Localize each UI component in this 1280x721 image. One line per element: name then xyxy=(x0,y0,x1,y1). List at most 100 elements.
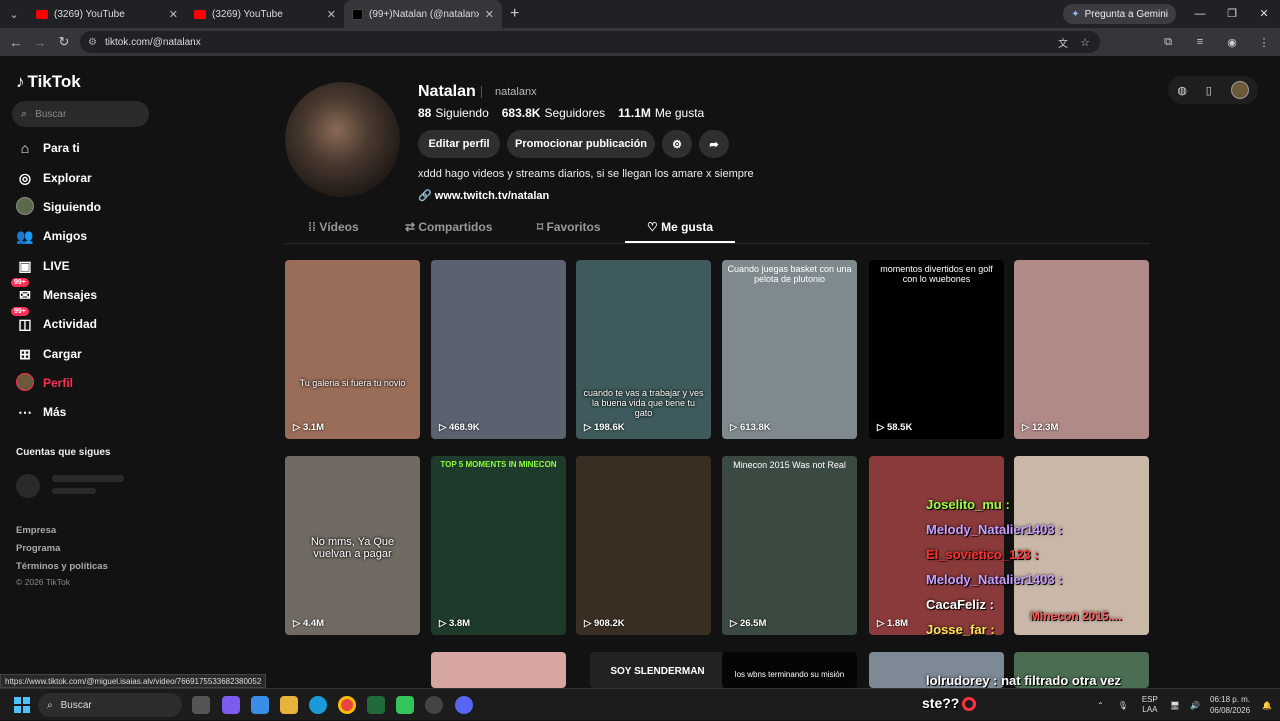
extensions-icon[interactable]: ⧉ xyxy=(1152,36,1184,49)
tab-compartidos[interactable]: ⇄ Compartidos xyxy=(405,220,492,234)
sidebar-item-perfil[interactable]: Perfil xyxy=(16,372,73,393)
record-icon xyxy=(962,697,976,711)
tab-me-gusta[interactable]: ♡ Me gusta xyxy=(647,220,713,234)
sidebar-item-cargar[interactable]: ⊞ Cargar xyxy=(16,344,82,364)
share-icon[interactable]: ➦ xyxy=(699,130,729,158)
video-card[interactable]: ▷ 12.3M xyxy=(1014,260,1149,439)
video-card[interactable]: los wbns terminando su misión xyxy=(722,652,857,688)
view-count-text: 198.6K xyxy=(593,422,625,433)
gemini-button[interactable]: ✦ Pregunta a Gemini xyxy=(1063,4,1176,24)
task-view-icon[interactable] xyxy=(192,696,210,714)
view-count-text: 1.8M xyxy=(886,618,909,629)
taskbar-search[interactable]: ⌕ Buscar xyxy=(38,693,182,717)
promote-post-button[interactable]: Promocionar publicación xyxy=(507,130,655,158)
clock[interactable]: 06:18 p. m. 06/08/2026 xyxy=(1210,694,1250,716)
play-icon: ▷ xyxy=(293,618,303,629)
clock-time: 06:18 p. m. xyxy=(1210,695,1251,704)
view-count-text: 3.8M xyxy=(448,618,471,629)
sidebar-item-mensajes[interactable]: ✉ 99+ Mensajes xyxy=(11,277,97,305)
video-card[interactable]: TOP 5 MOMENTS IN MINECON ▷ 3.8M xyxy=(431,456,566,635)
language-indicator[interactable]: ESP LAA xyxy=(1142,695,1158,715)
browser-tab[interactable]: (3269) YouTube ✕ xyxy=(186,0,344,28)
taskbar: ⌕ Buscar ste?? ⌃ 🎙 ESP LAA 🖥 🔊 06:18 p. … xyxy=(0,688,1280,720)
search-input[interactable]: ⌕ Buscar xyxy=(12,101,149,127)
video-card[interactable]: Tu galeria si fuera tu novio ▷ 3.1M xyxy=(285,260,420,439)
windows-start-icon[interactable] xyxy=(14,697,30,713)
video-caption: Cuando juegas basket con una pelota de p… xyxy=(727,264,852,284)
edit-profile-button[interactable]: Editar perfil xyxy=(418,130,500,158)
sidebar-item-siguiendo[interactable]: Siguiendo xyxy=(16,196,101,217)
profile-tabs: ⁞⁞ Vídeos ⇄ Compartidos ⌑ Favoritos ♡ Me… xyxy=(285,214,1150,244)
view-count: ▷ 613.8K xyxy=(730,422,771,433)
sidebar-item-mas[interactable]: ⋯ Más xyxy=(16,402,66,422)
video-card[interactable]: ▷ 468.9K xyxy=(431,260,566,439)
tab-videos[interactable]: ⁞⁞ Vídeos xyxy=(308,220,359,234)
copilot-icon[interactable] xyxy=(222,696,240,714)
following-stat[interactable]: 88 Siguiendo xyxy=(418,106,489,120)
mic-icon[interactable]: 🎙 xyxy=(1118,701,1128,710)
site-info-icon[interactable]: ⚙ xyxy=(88,37,97,48)
store-icon[interactable] xyxy=(251,696,269,714)
video-card[interactable]: momentos divertidos en golf con lo wuebo… xyxy=(869,260,1004,439)
app-icon[interactable] xyxy=(396,696,414,714)
footer-link-empresa[interactable]: Empresa xyxy=(16,525,56,536)
sidebar-item-explorar[interactable]: ◎ Explorar xyxy=(16,168,92,188)
chat-overlay-line: El_sovietico_123 : xyxy=(926,547,1039,562)
profile-link[interactable]: 🔗 www.twitch.tv/natalan xyxy=(418,189,549,202)
new-tab-button[interactable]: + xyxy=(510,5,519,23)
terminal-icon[interactable] xyxy=(367,696,385,714)
user-avatar[interactable] xyxy=(1230,81,1249,99)
chat-overlay-line: lolrudorey : nat filtrado otra vez xyxy=(926,673,1122,688)
profile-avatar[interactable] xyxy=(285,82,400,197)
close-window-button[interactable]: ✕ xyxy=(1248,0,1280,28)
network-icon[interactable]: 🖥 xyxy=(1170,701,1180,710)
minimize-button[interactable]: — xyxy=(1184,0,1216,28)
heart-icon: ♡ xyxy=(647,220,662,234)
notification-icon[interactable]: 🔔 xyxy=(1262,701,1272,710)
chrome-icon[interactable] xyxy=(338,696,356,714)
tab-search-icon[interactable]: ⌄ xyxy=(0,0,28,28)
volume-icon[interactable]: 🔊 xyxy=(1190,701,1200,710)
video-card[interactable]: Minecon 2015 Was not Real ▷ 26.5M xyxy=(722,456,857,635)
sidebar-item-actividad[interactable]: ◫ 99+ Actividad xyxy=(11,306,97,334)
maximize-button[interactable]: ❐ xyxy=(1216,0,1248,28)
media-icon[interactable]: ≡ xyxy=(1184,36,1216,48)
close-tab-icon[interactable]: ✕ xyxy=(169,8,178,21)
back-button[interactable]: ← xyxy=(4,35,28,50)
bookmark-star-icon[interactable]: ☆ xyxy=(1080,36,1090,49)
followers-stat[interactable]: 683.8K Seguidores xyxy=(502,106,605,120)
footer-link-programa[interactable]: Programa xyxy=(16,543,60,554)
url-bar[interactable]: ⚙ tiktok.com/@natalanx ☆ 文 xyxy=(80,31,1100,53)
tiktok-logo[interactable]: ♪ TikTok xyxy=(16,72,81,92)
tray-expand-icon[interactable]: ⌃ xyxy=(1097,701,1104,710)
video-card[interactable]: ▷ 908.2K xyxy=(576,456,711,635)
coin-icon[interactable]: ◍ xyxy=(1177,84,1187,97)
close-tab-icon[interactable]: ✕ xyxy=(327,8,336,21)
close-tab-icon[interactable]: ✕ xyxy=(485,8,494,21)
window-controls: — ❐ ✕ xyxy=(1184,0,1280,28)
following-count: 88 xyxy=(418,106,432,120)
reload-button[interactable]: ↻ xyxy=(52,34,76,50)
menu-icon[interactable]: ⋮ xyxy=(1248,36,1280,49)
device-icon[interactable]: ▯ xyxy=(1206,84,1212,97)
translate-icon[interactable]: 文 xyxy=(1058,35,1068,50)
file-explorer-icon[interactable] xyxy=(280,696,298,714)
sidebar-item-live[interactable]: ▣ LIVE xyxy=(16,256,69,276)
footer-link-terminos[interactable]: Términos y políticas xyxy=(16,561,108,572)
video-card[interactable]: cuando te vas a trabajar y ves la buena … xyxy=(576,260,711,439)
edge-icon[interactable] xyxy=(309,696,327,714)
profile-icon[interactable]: ◉ xyxy=(1216,36,1248,49)
video-card[interactable]: Cuando juegas basket con una pelota de p… xyxy=(722,260,857,439)
sidebar-item-para-ti[interactable]: ⌂ Para ti xyxy=(16,138,80,158)
obs-icon[interactable] xyxy=(425,696,443,714)
sidebar-item-amigos[interactable]: 👥 Amigos xyxy=(16,226,87,246)
browser-tab-active[interactable]: (99+)Natalan (@natalanx) | TikTok ✕ xyxy=(344,0,502,28)
tab-favoritos[interactable]: ⌑ Favoritos xyxy=(537,220,601,234)
video-card[interactable]: No mms, Ya Que vuelvan a pagar ▷ 4.4M xyxy=(285,456,420,635)
forward-button[interactable]: → xyxy=(28,35,52,50)
settings-gear-icon[interactable]: ⚙ xyxy=(662,130,692,158)
video-card[interactable]: SOY SLENDERMAN xyxy=(590,652,725,688)
discord-icon[interactable] xyxy=(455,696,473,714)
video-card[interactable] xyxy=(431,652,566,688)
browser-tab[interactable]: (3269) YouTube ✕ xyxy=(28,0,186,28)
